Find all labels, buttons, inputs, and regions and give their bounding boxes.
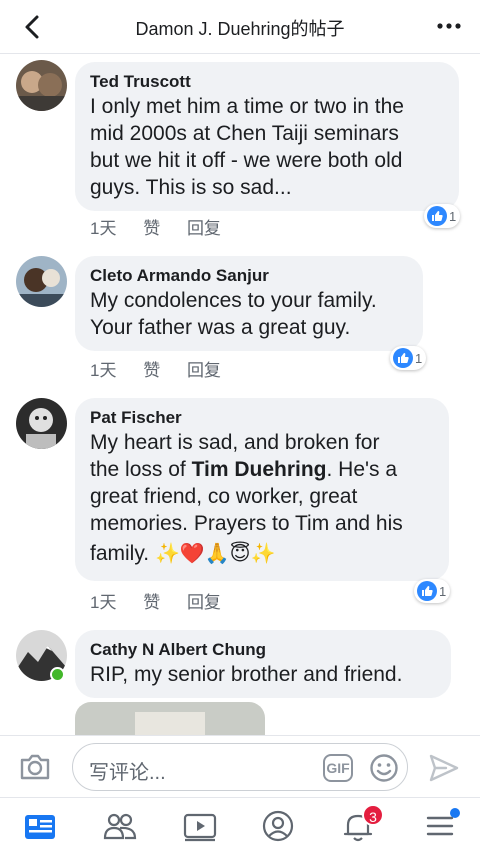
comment-actions: 1天 赞 回复 [90,588,243,613]
smiley-icon[interactable] [369,753,399,783]
profile-icon[interactable] [258,806,298,846]
news-feed-icon[interactable] [20,806,60,846]
comment-bubble[interactable]: Pat Fischer My heart is sad, and broken … [75,398,449,581]
reaction-count[interactable]: 1 [390,346,427,370]
comment-composer: 写评论... GIF [0,735,480,797]
comment-bubble[interactable]: Cleto Armando Sanjur My condolences to y… [75,256,423,351]
camera-icon[interactable] [18,750,52,784]
thumbs-up-icon [393,348,413,368]
online-status-indicator [50,667,65,682]
notification-count-badge: 3 [362,804,384,826]
comment-time: 1天 [90,219,117,238]
avatar[interactable] [16,398,67,449]
comment-text: I only met him a time or two in the mid … [90,95,404,199]
avatar[interactable] [16,60,67,111]
bottom-tab-bar: 3 [0,797,480,853]
reply-link[interactable]: 回复 [187,219,221,238]
send-icon[interactable] [428,752,460,784]
comment-actions: 1天 赞 回复 [90,214,243,239]
gif-button[interactable]: GIF [323,754,353,782]
reaction-count[interactable]: 1 [424,204,461,228]
comment-author[interactable]: Cleto Armando Sanjur [90,265,408,287]
comment-text: My heart is sad, and broken for the loss… [90,431,403,565]
like-link[interactable]: 赞 [143,593,160,612]
like-link[interactable]: 赞 [143,219,160,238]
top-navigation-bar: Damon J. Duehring的帖子 [0,0,480,54]
comment-author[interactable]: Cathy N Albert Chung [90,639,436,661]
more-options-icon[interactable] [436,20,462,32]
comment-input-placeholder: 写评论... [89,762,166,784]
emoji-sequence: ✨❤️🙏😇✨ [154,543,276,565]
thumbs-up-icon [427,206,447,226]
watch-video-icon[interactable] [180,806,220,846]
comment-time: 1天 [90,593,117,612]
comment-text: My condolences to your family. Your fath… [90,289,377,339]
comment-author[interactable]: Pat Fischer [90,407,434,429]
comment-time: 1天 [90,361,117,380]
reply-link[interactable]: 回复 [187,593,221,612]
friends-icon[interactable] [100,806,140,846]
comment-bubble[interactable]: Cathy N Albert Chung RIP, my senior brot… [75,630,451,698]
reply-link[interactable]: 回复 [187,361,221,380]
thumbs-up-icon [417,581,437,601]
page-title: Damon J. Duehring的帖子 [135,19,345,39]
comment-input[interactable]: 写评论... GIF [72,743,408,791]
comment-bubble[interactable]: Ted Truscott I only met him a time or tw… [75,62,459,211]
like-link[interactable]: 赞 [143,361,160,380]
reaction-count[interactable]: 1 [414,579,451,603]
back-arrow-icon[interactable] [18,12,48,42]
comment-text: RIP, my senior brother and friend. [90,663,403,686]
menu-update-dot [450,808,460,818]
mentioned-name[interactable]: Tim Duehring [192,458,327,481]
avatar[interactable] [16,256,67,307]
comment-actions: 1天 赞 回复 [90,356,243,381]
comment-author[interactable]: Ted Truscott [90,71,444,93]
